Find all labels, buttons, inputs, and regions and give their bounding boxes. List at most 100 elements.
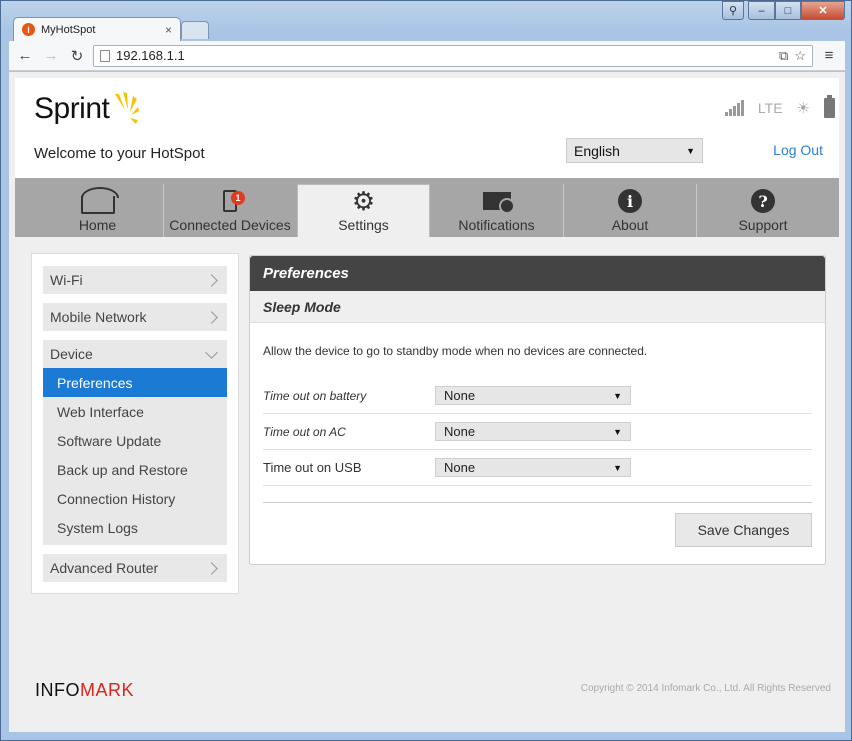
menu-icon[interactable]: ≡ [819,46,839,66]
chevron-right-icon [205,561,218,575]
settings-content: Wi-Fi Mobile Network Device Preferences [15,237,839,647]
section-title: Sleep Mode [250,291,825,323]
page-viewport: Sprint Welcome to your HotSpot LTE ☀ Eng… [9,72,845,732]
ac-timeout-select[interactable]: None ▼ [435,422,631,441]
wifi-status-icon: ☀ [796,100,810,117]
select-value: None [444,388,476,403]
chevron-right-icon [205,310,218,324]
forward-arrow-icon[interactable]: → [41,46,61,66]
chevron-down-icon: ▼ [686,145,695,156]
info-icon: i [618,189,642,213]
tab-settings-label: Settings [338,217,389,233]
preferences-panel: Preferences Sleep Mode Allow the device … [249,255,826,565]
sidebar-item-label: Device [50,346,93,362]
help-icon: ? [751,189,775,213]
language-value: English [574,142,620,159]
hotspot-page: Sprint Welcome to your HotSpot LTE ☀ Eng… [15,78,839,726]
language-select[interactable]: English ▼ [566,138,703,163]
brand-text-a: INFO [35,680,80,700]
field-label: Time out on USB [263,460,362,475]
page-icon [100,49,110,62]
browser-toolbar: ← → ↻ 192.168.1.1 ⧉ ☆ ≡ [9,41,845,71]
logo-text: Sprint [34,92,110,125]
tab-title: MyHotSpot [41,23,96,36]
sidebar-item-label: Advanced Router [50,560,159,576]
sprint-logo: Sprint [34,92,140,132]
sidebar-item-mobile-network[interactable]: Mobile Network [43,303,227,331]
tab-about[interactable]: i About [563,184,696,237]
copyright-text: Copyright © 2014 Infomark Co., Ltd. All … [580,683,831,694]
tab-close-icon[interactable]: × [165,23,172,37]
maximize-button[interactable]: □ [775,1,801,20]
form-row-battery: Time out on battery None ▼ [263,378,812,414]
bookmark-star-icon[interactable]: ☆ [794,48,806,64]
sidebar-group-device: Device Preferences Web Interface Softwar… [43,340,227,545]
usb-timeout-select[interactable]: None ▼ [435,458,631,477]
back-arrow-icon[interactable]: ← [15,46,35,66]
battery-icon [824,95,835,118]
chevron-down-icon: ▼ [613,426,622,437]
minimize-button[interactable]: – [748,1,775,20]
form-row-ac: Time out on AC None ▼ [263,414,812,450]
browser-window: i MyHotSpot × ⚲ – □ ✕ ← → ↻ 192.168.1.1 … [0,0,852,741]
home-icon [80,187,119,214]
field-label: Time out on battery [263,388,367,403]
gear-icon: ⚙ [351,186,376,216]
sidebar-item-system-logs[interactable]: System Logs [43,513,227,542]
sidebar-item-label: Wi-Fi [50,272,83,288]
settings-sidebar: Wi-Fi Mobile Network Device Preferences [31,253,239,594]
page-footer: INFOMARK Copyright © 2014 Infomark Co., … [15,647,839,726]
tab-about-label: About [611,217,649,233]
panel-body: Allow the device to go to standby mode w… [250,344,825,503]
form-row-usb: Time out on USB None ▼ [263,450,812,486]
status-icons: LTE ☀ [724,95,835,118]
welcome-text: Welcome to your HotSpot [34,145,205,162]
sidebar-item-wifi[interactable]: Wi-Fi [43,266,227,294]
close-button[interactable]: ✕ [801,1,845,20]
sidebar-item-label: Mobile Network [50,309,147,325]
infomark-logo: INFOMARK [35,680,134,701]
sidebar-item-advanced-router[interactable]: Advanced Router [43,554,227,582]
tab-strip: i MyHotSpot × ⚲ – □ ✕ [1,1,851,41]
tab-notifications-label: Notifications [458,217,535,233]
user-icon[interactable]: ⚲ [722,1,744,20]
address-bar[interactable]: 192.168.1.1 ⧉ ☆ [93,44,813,67]
tab-notifications[interactable]: Notifications [430,184,563,237]
envelope-icon [482,192,515,214]
browser-tab[interactable]: i MyHotSpot × [13,17,181,41]
field-label: Time out on AC [263,424,346,439]
phone-icon: 1 [223,190,245,212]
favicon-icon: i [22,23,35,36]
panel-divider [263,502,812,503]
chevron-right-icon [205,273,218,287]
tab-home-label: Home [78,217,117,233]
tab-home[interactable]: Home [31,184,164,237]
tab-connected-devices[interactable]: 1 Connected Devices [163,184,296,237]
brand-text-b: MARK [80,680,135,700]
logout-link[interactable]: Log Out [773,142,823,158]
sprint-burst-icon [115,92,140,124]
tab-support[interactable]: ? Support [696,184,829,237]
sidebar-item-device[interactable]: Device [43,340,227,368]
select-value: None [444,424,476,439]
reload-icon[interactable]: ↻ [67,46,87,66]
save-changes-button[interactable]: Save Changes [675,513,812,547]
panel-title: Preferences [250,256,825,291]
main-nav: Home 1 Connected Devices ⚙ Settings Noti… [15,178,839,237]
sidebar-item-backup-restore[interactable]: Back up and Restore [43,455,227,484]
page-header: Sprint Welcome to your HotSpot LTE ☀ Eng… [15,78,839,178]
battery-timeout-select[interactable]: None ▼ [435,386,631,405]
tab-connected-devices-label: Connected Devices [169,217,291,233]
sidebar-item-software-update[interactable]: Software Update [43,426,227,455]
sidebar-item-preferences[interactable]: Preferences [43,368,227,397]
window-controls: ⚲ – □ ✕ [722,1,845,20]
sidebar-item-web-interface[interactable]: Web Interface [43,397,227,426]
sidebar-item-connection-history[interactable]: Connection History [43,484,227,513]
device-count-badge: 1 [231,191,245,205]
tab-support-label: Support [738,217,788,233]
translate-icon[interactable]: ⧉ [779,48,788,64]
network-type-label: LTE [757,100,783,116]
chevron-down-icon: ▼ [613,462,622,473]
tab-settings[interactable]: ⚙ Settings [297,184,430,237]
new-tab-button[interactable] [181,21,209,39]
